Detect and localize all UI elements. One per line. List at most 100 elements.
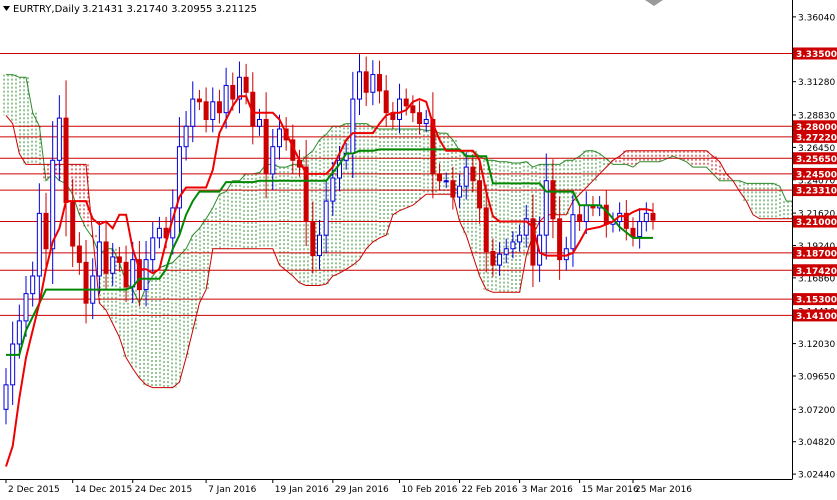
y-tick-label: 3.02440 [798, 471, 835, 481]
candle-body [457, 185, 463, 198]
y-tick-label: 3.09650 [798, 372, 835, 382]
x-tick-label: 10 Feb 2016 [402, 485, 458, 495]
price-level-tag-label: 3.23310 [796, 187, 837, 197]
price-level-tag[interactable]: 3.15300 [793, 293, 837, 306]
candle-body [383, 90, 389, 114]
candle-body [570, 214, 576, 250]
candle-body [363, 71, 369, 93]
symbol-label: EURTRY,Daily [13, 4, 80, 15]
candle-body [183, 125, 189, 148]
candle-body [477, 180, 483, 209]
candle-body [143, 259, 149, 291]
x-tick-label: 29 Jan 2016 [335, 485, 389, 495]
price-level-tag[interactable]: 3.24500 [793, 167, 837, 181]
candle-body [123, 261, 129, 288]
candle-body [490, 250, 496, 266]
y-tick-label: 3.36040 [798, 13, 835, 23]
candle-body [56, 117, 62, 161]
candle-body [650, 212, 656, 221]
candle-body [483, 207, 489, 252]
x-tick-label: 19 Jan 2016 [275, 485, 329, 495]
candle-body [497, 253, 503, 266]
ohlc-values: 3.21431 3.21740 3.20955 3.21125 [82, 4, 257, 15]
candle-body [503, 248, 509, 255]
chart-window: 3.360403.333503.312803.288303.264503.240… [0, 0, 837, 496]
candle-body [150, 237, 156, 261]
candle-body [50, 159, 56, 250]
x-tick-label: 22 Feb 2016 [462, 485, 518, 495]
candle-body [16, 320, 22, 345]
candle-body [630, 227, 636, 238]
candle-body [256, 118, 262, 127]
candle-body [263, 118, 269, 175]
candle-body [510, 241, 516, 250]
candle-body [10, 343, 16, 386]
price-level-tag[interactable]: 3.33500 [793, 47, 837, 60]
candle-body [230, 84, 236, 100]
candle-body [370, 74, 376, 93]
candle-body [243, 76, 249, 93]
price-level-tag-label: 3.18700 [796, 249, 837, 259]
candle-body [303, 166, 309, 223]
y-tick-label: 3.12030 [798, 340, 835, 350]
price-level-tag-label: 3.14100 [796, 312, 837, 322]
candle-body [36, 212, 42, 277]
candle-body [350, 98, 356, 154]
price-level-tag-label: 3.25650 [796, 155, 837, 165]
price-level-tag-label: 3.33500 [796, 50, 837, 60]
candle-body [76, 245, 82, 263]
price-level-tag[interactable]: 3.14100 [793, 309, 837, 322]
candle-body [223, 84, 229, 114]
candle-body [423, 118, 429, 125]
x-tick-label: 2 Dec 2015 [8, 485, 60, 495]
candle-body [377, 74, 383, 92]
candle-body [437, 173, 443, 182]
candle-body [470, 166, 476, 182]
x-tick-label: 14 Dec 2015 [75, 485, 133, 495]
candle-body [450, 180, 456, 198]
candle-body [330, 177, 336, 202]
x-tick-label: 25 Mar 2016 [635, 485, 692, 495]
y-tick-label: 3.07200 [798, 406, 835, 416]
candle-body [23, 293, 29, 322]
candle-body [30, 275, 36, 295]
candle-body [583, 204, 589, 223]
candle-body [463, 166, 469, 187]
candle-body [323, 200, 329, 236]
candle-body [550, 180, 556, 220]
candle-body [517, 234, 523, 243]
candle-body [357, 71, 363, 100]
candle-body [643, 212, 649, 223]
price-level-tag[interactable]: 3.27220 [793, 130, 837, 144]
price-level-tag[interactable]: 3.18700 [793, 246, 837, 259]
candle-body [397, 98, 403, 120]
candle-body [70, 201, 76, 247]
candle-body [196, 98, 202, 103]
price-level-tag-label: 3.27220 [796, 133, 837, 143]
x-tick-label: 3 Mar 2016 [522, 485, 574, 495]
candle-body [557, 218, 563, 261]
candle-body [103, 241, 109, 274]
price-level-tag[interactable]: 3.23310 [793, 184, 837, 197]
candle-body [276, 128, 282, 148]
price-level-tag[interactable]: 3.17420 [793, 264, 837, 277]
price-level-tag[interactable]: 3.25650 [793, 152, 837, 165]
candle-body [190, 98, 196, 127]
candle-body [216, 101, 222, 114]
candle-body [203, 101, 209, 120]
candle-body [310, 221, 316, 257]
candle-body [637, 221, 643, 238]
price-level-tag[interactable]: 3.21000 [793, 215, 837, 229]
candle-body [270, 146, 276, 175]
price-level-tag-label: 3.21000 [796, 218, 837, 228]
candle-body [417, 112, 423, 125]
candle-body [116, 256, 122, 263]
y-tick-label: 3.31280 [798, 78, 835, 88]
x-tick-label: 15 Mar 2016 [582, 485, 639, 495]
candle-body [110, 256, 116, 274]
candle-body [577, 214, 583, 223]
chart-background [0, 0, 837, 496]
candle-body [403, 98, 409, 107]
candle-body [210, 101, 216, 120]
candle-body [43, 212, 49, 250]
